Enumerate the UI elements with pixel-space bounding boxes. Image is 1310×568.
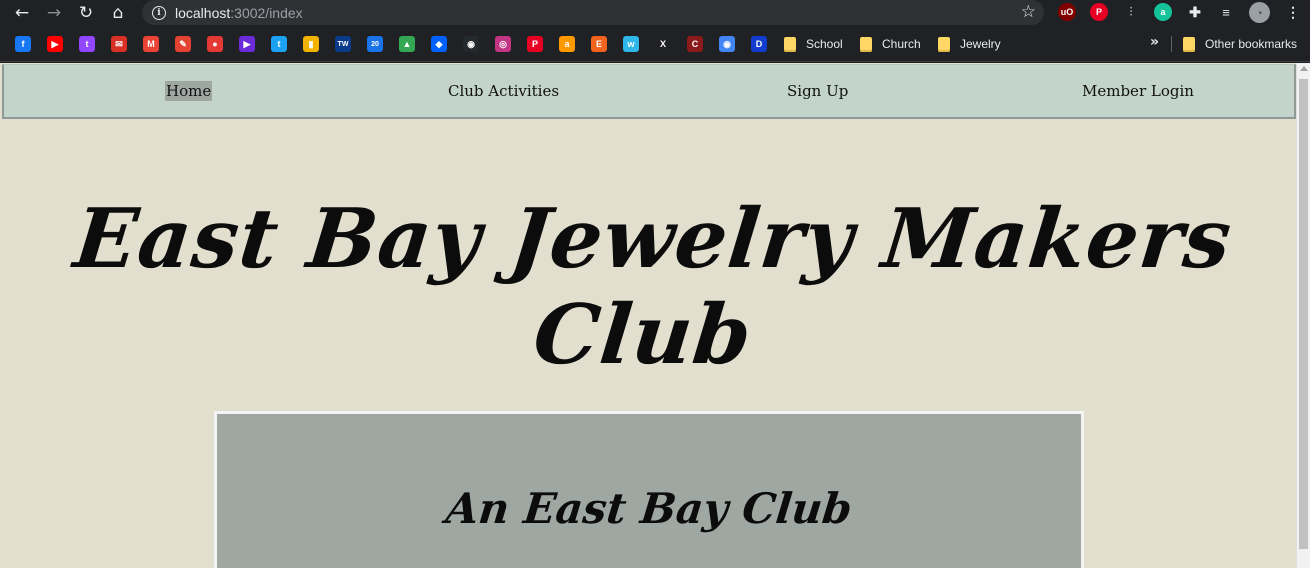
pinterest-icon[interactable]: P (1090, 3, 1108, 21)
disney-icon[interactable]: D (751, 36, 767, 52)
folder-icon (860, 36, 872, 52)
dropbox-icon[interactable]: ◆ (431, 36, 447, 52)
scrollbar-thumb[interactable] (1299, 79, 1308, 549)
amazon-icon[interactable]: a (559, 36, 575, 52)
pinterest-bookmark-icon[interactable]: P (527, 36, 543, 52)
gift-icon[interactable]: ▮ (303, 36, 319, 52)
nav-link-sign-up[interactable]: Sign Up (786, 81, 849, 101)
grammarly-icon[interactable]: a (1154, 3, 1172, 21)
ublock-icon[interactable]: uO (1058, 3, 1076, 21)
folder-icon (938, 36, 950, 52)
calendar-icon[interactable]: 20 (367, 36, 383, 52)
todoist-icon[interactable]: ✎ (175, 36, 191, 52)
more-bookmarks-chevron-icon[interactable]: » (1150, 34, 1159, 50)
other-bookmarks-label: Other bookmarks (1205, 37, 1298, 51)
other-bookmarks-folder[interactable]: Other bookmarks (1183, 35, 1297, 53)
bookmarks-bar: School Church Jewelry » Other bookmarks … (0, 26, 1310, 62)
url-text[interactable]: localhost:3002/index (175, 5, 303, 21)
nav-link-home[interactable]: Home (165, 81, 213, 101)
etsy-icon[interactable]: E (591, 36, 607, 52)
bookmark-folder-school[interactable]: School (784, 35, 843, 53)
url-host: localhost (175, 4, 231, 21)
equalizer-icon[interactable]: ⫶ (1122, 3, 1140, 21)
nav-link-member-login[interactable]: Member Login (1081, 81, 1195, 101)
bookmark-folder-label: Jewelry (960, 37, 1001, 51)
hero-title: East Bay Jewelry Makers Club (69, 191, 1237, 383)
twitch-icon[interactable]: t (79, 36, 95, 52)
google-drive-icon[interactable]: ▲ (399, 36, 415, 52)
folder-icon (1183, 36, 1195, 52)
facebook-icon[interactable]: f (15, 36, 31, 52)
site-navbar: Home Club Activities Sign Up Member Logi… (2, 64, 1296, 119)
bookmark-folder-label: School (806, 37, 843, 51)
mail-icon[interactable]: ✉ (111, 36, 127, 52)
scroll-up-arrow-icon[interactable] (1300, 66, 1308, 71)
page-scrollbar[interactable] (1296, 63, 1310, 568)
club-card: An East Bay Club (214, 411, 1084, 568)
profile-avatar[interactable]: ◔ (1249, 2, 1270, 23)
url-path: :3002/index (230, 4, 303, 21)
twitter-icon[interactable]: t (271, 36, 287, 52)
bookmark-folder-jewelry[interactable]: Jewelry (938, 35, 1001, 53)
gmail-icon[interactable]: M (143, 36, 159, 52)
reload-icon[interactable]: ↻ (70, 1, 102, 25)
bookmarks-divider (1171, 36, 1172, 52)
card-title: An East Bay Club (443, 484, 855, 533)
bookmark-star-icon[interactable]: ☆ (1021, 2, 1036, 22)
forward-arrow-icon[interactable]: → (38, 1, 70, 25)
browser-toolbar: ← → ↻ ⌂ i localhost:3002/index ☆ uO P ⫶ … (0, 0, 1310, 26)
canvas-icon[interactable]: C (687, 36, 703, 52)
nav-link-club-activities[interactable]: Club Activities (447, 81, 560, 101)
play-icon[interactable]: ▶ (239, 36, 255, 52)
instagram-icon[interactable]: ◎ (495, 36, 511, 52)
youtube-icon[interactable]: ▶ (47, 36, 63, 52)
reading-list-icon[interactable]: ≡ (1217, 3, 1235, 21)
extensions-puzzle-icon[interactable]: ✚ (1186, 3, 1204, 21)
page-viewport: Home Club Activities Sign Up Member Logi… (0, 63, 1310, 568)
github-icon[interactable]: ◉ (463, 36, 479, 52)
home-icon[interactable]: ⌂ (102, 1, 134, 25)
site-info-icon[interactable]: i (152, 5, 166, 20)
back-arrow-icon[interactable]: ← (6, 1, 38, 25)
bookmark-folder-label: Church (882, 37, 921, 51)
tomato-icon[interactable]: ● (207, 36, 223, 52)
wish-icon[interactable]: w (623, 36, 639, 52)
chrome-icon[interactable]: ◉ (719, 36, 735, 52)
menu-kebab-icon[interactable]: ⋮ (1284, 3, 1302, 21)
address-bar[interactable]: i localhost:3002/index ☆ (142, 0, 1044, 25)
folder-icon (784, 36, 796, 52)
weather-channel-icon[interactable]: TW (335, 36, 351, 52)
x-icon[interactable]: X (655, 36, 671, 52)
bookmark-folder-church[interactable]: Church (860, 35, 921, 53)
